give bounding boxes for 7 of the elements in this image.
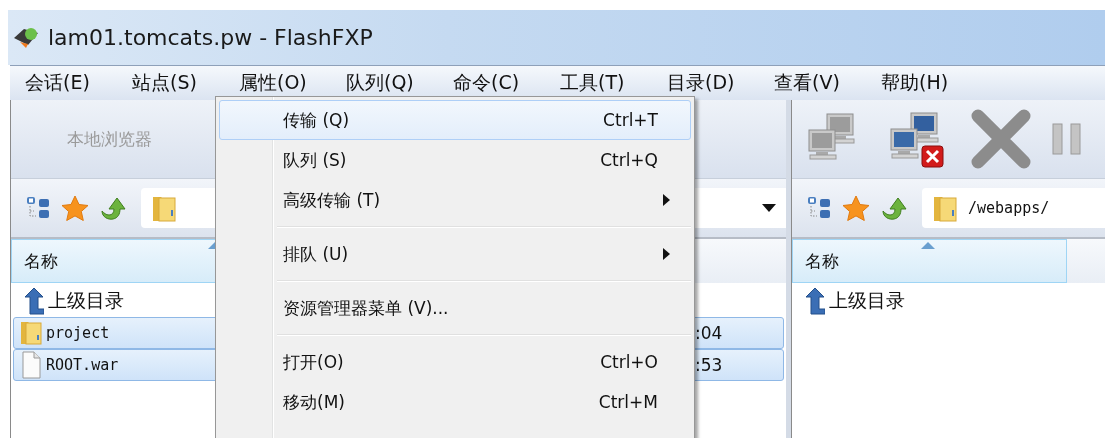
file-name: ROOT.war (46, 356, 119, 374)
file-time: :53 (695, 355, 724, 375)
file-name: 上级目录 (48, 288, 124, 313)
window-title: lam01.tomcats.pw - FlashFXP (48, 25, 373, 50)
file-name: project (46, 324, 110, 342)
file-time: :04 (695, 323, 724, 343)
file-name: 上级目录 (829, 288, 905, 313)
